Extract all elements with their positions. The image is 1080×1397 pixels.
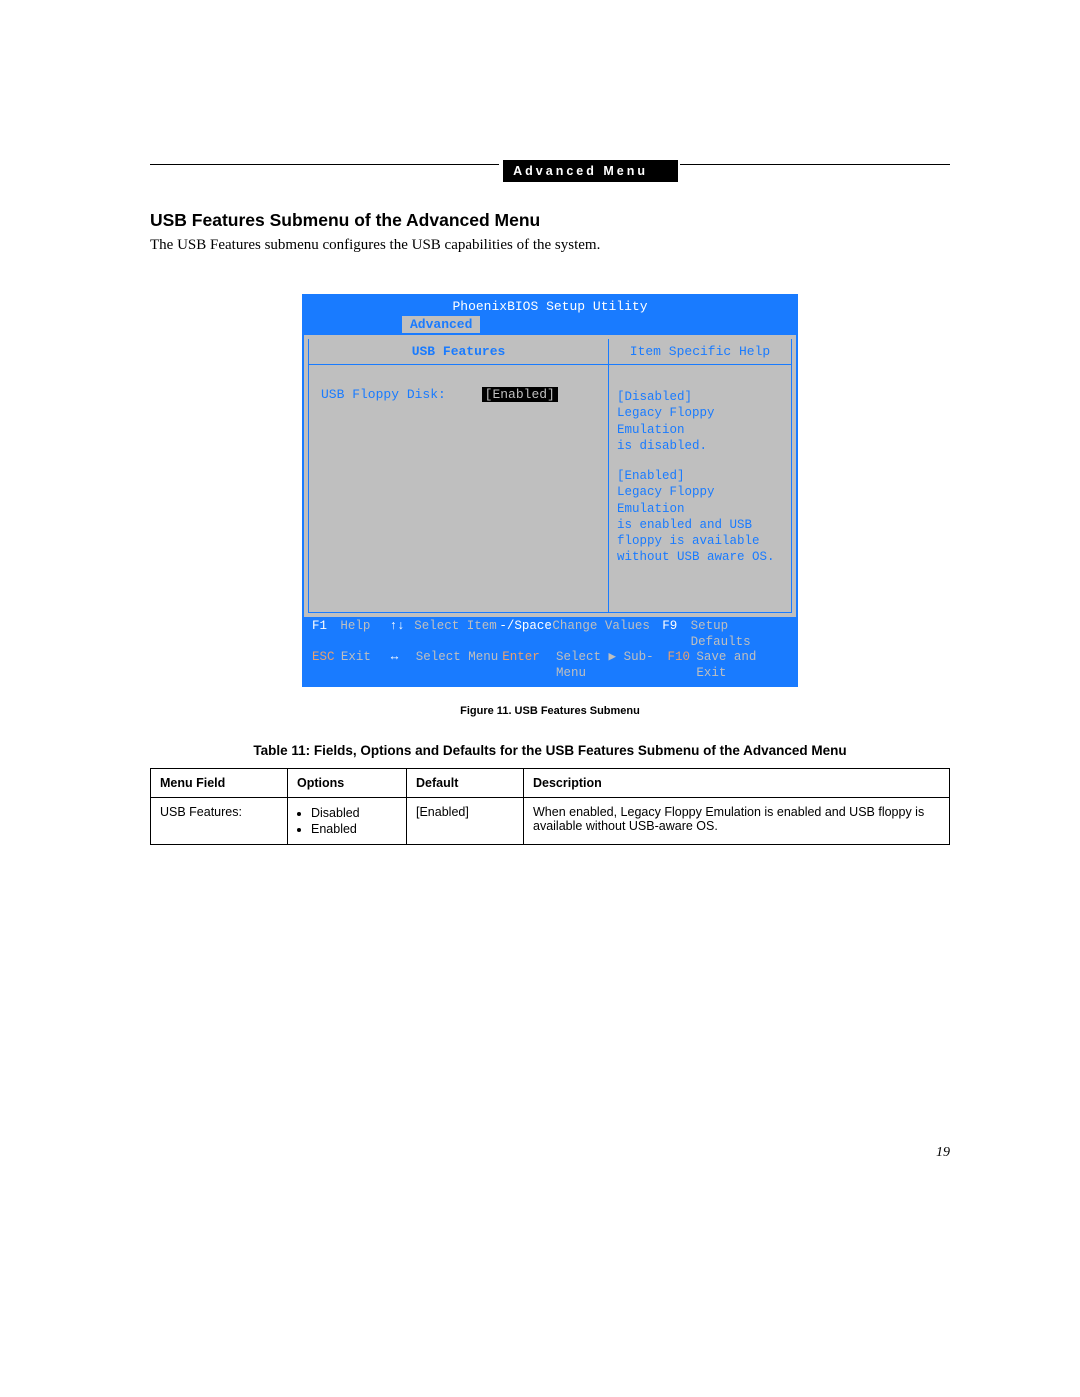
label-select-submenu: Select ▶ Sub-Menu	[556, 650, 667, 681]
bios-help-panel: Item Specific Help [Disabled] Legacy Flo…	[609, 339, 792, 613]
bios-left-panel: USB Features USB Floppy Disk: [Enabled]	[308, 339, 609, 613]
bios-field-label: USB Floppy Disk:	[321, 387, 446, 402]
key-f10: F10	[667, 650, 696, 681]
bios-field-value: [Enabled]	[482, 387, 558, 402]
bios-help-title: Item Specific Help	[609, 339, 791, 365]
label-exit: Exit	[341, 650, 391, 681]
option-enabled: Enabled	[311, 821, 397, 837]
th-default: Default	[407, 768, 524, 797]
bios-help-content: [Disabled] Legacy Floppy Emulation is di…	[609, 365, 791, 612]
page-header: Advanced Menu	[150, 160, 950, 182]
help-line: Legacy Floppy Emulation	[617, 484, 783, 517]
key-space: -/Space	[499, 619, 552, 650]
bios-tab-advanced: Advanced	[402, 316, 480, 333]
td-menu-field: USB Features:	[151, 797, 288, 845]
bios-left-content: USB Floppy Disk: [Enabled]	[309, 365, 608, 612]
td-description: When enabled, Legacy Floppy Emulation is…	[524, 797, 950, 845]
help-line: [Disabled]	[617, 389, 783, 405]
header-rule-right	[680, 164, 950, 165]
label-select-item: Select Item	[414, 619, 499, 650]
th-description: Description	[524, 768, 950, 797]
td-default: [Enabled]	[407, 797, 524, 845]
key-f9: F9	[662, 619, 690, 650]
td-options: Disabled Enabled	[288, 797, 407, 845]
page-number: 19	[150, 1145, 950, 1161]
bios-footer: F1 Help ↑↓ Select Item -/Space Change Va…	[304, 617, 796, 685]
figure-caption: Figure 11. USB Features Submenu	[150, 705, 950, 717]
header-badge: Advanced Menu	[503, 160, 678, 182]
key-updown: ↑↓	[390, 619, 415, 650]
key-leftright: ↔	[391, 650, 416, 681]
bios-tab-row: Advanced	[304, 316, 796, 334]
table-title: Table 11: Fields, Options and Defaults f…	[150, 743, 950, 758]
help-line: [Enabled]	[617, 468, 783, 484]
help-line: without USB aware OS.	[617, 549, 783, 565]
bios-footer-row2: ESC Exit ↔ Select Menu Enter Select ▶ Su…	[312, 650, 790, 681]
label-setup-defaults: Setup Defaults	[691, 619, 790, 650]
header-rule-left	[150, 164, 499, 165]
section-title: USB Features Submenu of the Advanced Men…	[150, 210, 950, 231]
bios-left-title: USB Features	[309, 339, 608, 365]
help-line: Legacy Floppy Emulation	[617, 405, 783, 438]
key-enter: Enter	[502, 650, 556, 681]
bios-footer-row1: F1 Help ↑↓ Select Item -/Space Change Va…	[312, 619, 790, 650]
option-disabled: Disabled	[311, 805, 397, 821]
label-save-exit: Save and Exit	[696, 650, 790, 681]
label-change-values: Change Values	[552, 619, 662, 650]
section-intro: The USB Features submenu configures the …	[150, 237, 950, 254]
label-help: Help	[340, 619, 389, 650]
table-row: USB Features: Disabled Enabled [Enabled]…	[151, 797, 950, 845]
th-menu-field: Menu Field	[151, 768, 288, 797]
label-select-menu: Select Menu	[416, 650, 502, 681]
bios-body: USB Features USB Floppy Disk: [Enabled] …	[304, 334, 796, 617]
key-esc: ESC	[312, 650, 341, 681]
help-line: floppy is available	[617, 533, 783, 549]
key-f1: F1	[312, 619, 340, 650]
bios-screenshot: PhoenixBIOS Setup Utility Advanced USB F…	[302, 294, 798, 687]
fields-table: Menu Field Options Default Description U…	[150, 768, 950, 846]
help-line: is disabled.	[617, 438, 783, 454]
th-options: Options	[288, 768, 407, 797]
help-line: is enabled and USB	[617, 517, 783, 533]
bios-title: PhoenixBIOS Setup Utility	[304, 296, 796, 316]
table-header-row: Menu Field Options Default Description	[151, 768, 950, 797]
